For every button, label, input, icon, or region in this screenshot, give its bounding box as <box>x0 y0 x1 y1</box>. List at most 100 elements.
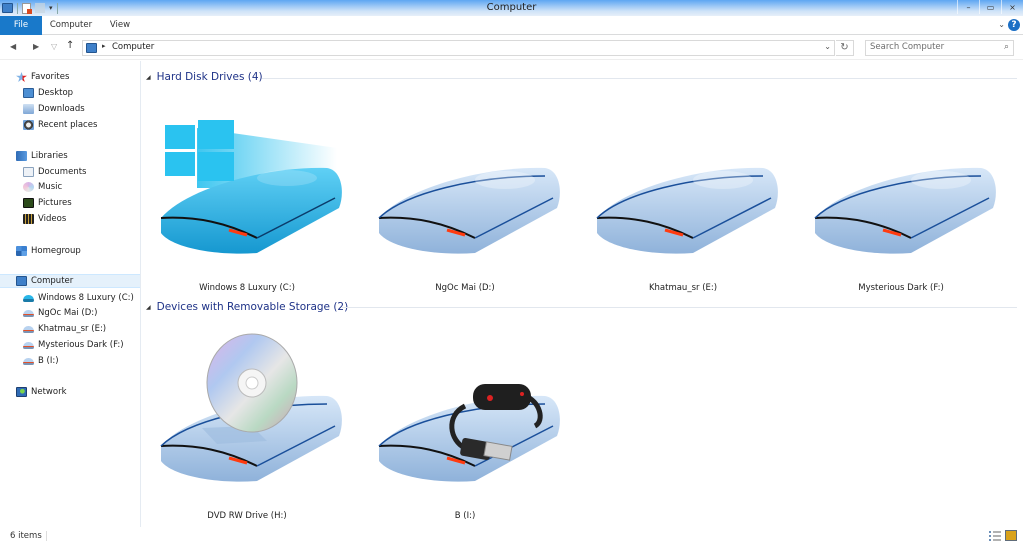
usb-drive-icon <box>378 384 560 482</box>
forward-button[interactable]: ▶ <box>33 42 39 51</box>
sidebar-item-drive-i[interactable]: B (I:) <box>23 354 59 368</box>
sidebar-item-homegroup[interactable]: Homegroup <box>16 244 81 258</box>
drive-tile-e[interactable]: Khatmau_sr (E:) <box>583 98 783 293</box>
tab-computer[interactable]: Computer <box>46 16 96 35</box>
sidebar-item-label: Homegroup <box>31 246 81 256</box>
breadcrumb-computer[interactable]: Computer <box>112 42 154 52</box>
sidebar-item-label: Libraries <box>31 151 68 161</box>
dvd-drive-icon <box>160 333 342 482</box>
separator <box>46 531 47 541</box>
drive-label: NgOc Mai (D:) <box>435 283 495 293</box>
sidebar-item-music[interactable]: Music <box>23 180 62 194</box>
group-header-hard-disk-drives[interactable]: ◢ Hard Disk Drives (4) <box>146 71 263 83</box>
sidebar-item-videos[interactable]: Videos <box>23 212 66 226</box>
sidebar-item-label: Network <box>31 387 67 397</box>
large-icons-view-icon[interactable] <box>1005 530 1017 541</box>
search-placeholder: Search Computer <box>870 42 945 52</box>
drive-label: Mysterious Dark (F:) <box>858 283 944 293</box>
sidebar-item-label: Computer <box>31 276 74 286</box>
tab-view[interactable]: View <box>104 16 136 35</box>
navigation-bar: ◀ ▶ ▽ ↑ ▸ Computer ⌄ ↻ Search Computer ⌕ <box>0 36 1023 60</box>
help-icon[interactable]: ? <box>1008 19 1020 31</box>
status-bar: 6 items <box>0 527 1023 545</box>
drive-tile-c[interactable]: Windows 8 Luxury (C:) <box>147 98 347 293</box>
collapse-arrow-icon[interactable]: ◢ <box>146 304 151 311</box>
sidebar-item-label: Recent places <box>38 120 98 130</box>
drive-label: B (I:) <box>454 511 476 521</box>
close-button[interactable]: × <box>1001 0 1023 14</box>
sidebar-item-label: NgOc Mai (D:) <box>38 308 98 318</box>
sidebar-item-label: Videos <box>38 214 67 224</box>
usb-drive-icon <box>23 357 34 365</box>
up-button[interactable]: ↑ <box>66 40 74 51</box>
maximize-button[interactable]: ▭ <box>979 0 1001 14</box>
sidebar-item-label: Pictures <box>38 198 72 208</box>
group-divider <box>342 307 1017 308</box>
address-dropdown-icon[interactable]: ⌄ <box>824 42 831 51</box>
breadcrumb-chevron-icon[interactable]: ▸ <box>102 42 106 50</box>
sidebar-item-desktop[interactable]: Desktop <box>23 86 73 100</box>
windows-drive-icon <box>160 120 342 254</box>
sidebar-item-pictures[interactable]: Pictures <box>23 196 72 210</box>
back-button[interactable]: ◀ <box>10 42 16 51</box>
sidebar-item-label: B (I:) <box>38 356 59 366</box>
computer-icon <box>16 276 27 286</box>
group-title: Devices with Removable Storage (2) <box>156 301 349 313</box>
drive-tile-h[interactable]: DVD RW Drive (H:) <box>147 326 347 521</box>
downloads-icon <box>23 104 34 114</box>
hard-drive-icon <box>378 167 560 254</box>
group-header-removable-storage[interactable]: ◢ Devices with Removable Storage (2) <box>146 301 348 313</box>
drive-tile-d[interactable]: NgOc Mai (D:) <box>365 98 565 293</box>
search-icon[interactable]: ⌕ <box>1004 42 1009 52</box>
group-title: Hard Disk Drives (4) <box>156 71 263 83</box>
documents-icon <box>23 167 34 177</box>
title-bar: ▾ Computer – ▭ × <box>0 0 1023 16</box>
drive-label: Khatmau_sr (E:) <box>648 283 718 293</box>
details-view-icon[interactable] <box>989 530 1001 541</box>
computer-icon <box>86 43 97 53</box>
address-bar[interactable]: ▸ Computer ⌄ <box>82 40 835 56</box>
sidebar-item-label: Khatmau_sr (E:) <box>38 324 107 334</box>
drive-label: Windows 8 Luxury (C:) <box>199 283 295 293</box>
sidebar-item-computer[interactable]: Computer <box>0 274 140 288</box>
content-pane: ◢ Hard Disk Drives (4) Windows 8 Luxury … <box>142 61 1023 527</box>
sidebar-item-network[interactable]: Network <box>16 385 67 399</box>
hard-drive-icon <box>23 341 34 349</box>
collapse-arrow-icon[interactable]: ◢ <box>146 74 151 81</box>
refresh-button[interactable]: ↻ <box>836 40 854 56</box>
sidebar-item-label: Desktop <box>38 88 74 98</box>
hard-drive-icon <box>23 309 34 317</box>
drive-tile-f[interactable]: Mysterious Dark (F:) <box>801 98 1001 293</box>
sidebar-item-drive-e[interactable]: Khatmau_sr (E:) <box>23 322 106 336</box>
windows-drive-icon <box>23 294 34 302</box>
sidebar-item-recent-places[interactable]: Recent places <box>23 118 97 132</box>
drive-label: DVD RW Drive (H:) <box>207 511 287 521</box>
sidebar-item-libraries[interactable]: Libraries <box>16 149 68 163</box>
sidebar-item-drive-f[interactable]: Mysterious Dark (F:) <box>23 338 124 352</box>
sidebar-item-documents[interactable]: Documents <box>23 165 86 179</box>
expand-ribbon-icon[interactable]: ⌄ <box>998 20 1005 29</box>
recent-locations-dropdown[interactable]: ▽ <box>51 42 57 51</box>
sidebar-item-label: Downloads <box>38 104 85 114</box>
pictures-icon <box>23 198 34 208</box>
sidebar-item-label: Favorites <box>31 72 70 82</box>
group-divider <box>262 78 1017 79</box>
item-count: 6 items <box>10 531 42 541</box>
sidebar-item-label: Windows 8 Luxury (C:) <box>38 293 134 303</box>
sidebar-item-favorites[interactable]: Favorites <box>16 70 69 84</box>
star-icon <box>16 72 27 82</box>
navigation-pane: Favorites Desktop Downloads Recent place… <box>0 61 141 527</box>
videos-icon <box>23 214 34 224</box>
drive-tile-i[interactable]: B (I:) <box>365 326 565 521</box>
search-input[interactable]: Search Computer ⌕ <box>865 40 1014 56</box>
minimize-button[interactable]: – <box>957 0 979 14</box>
music-icon <box>23 182 34 192</box>
libraries-icon <box>16 151 27 161</box>
sidebar-item-downloads[interactable]: Downloads <box>23 102 85 116</box>
sidebar-item-drive-d[interactable]: NgOc Mai (D:) <box>23 306 97 320</box>
hard-drive-icon <box>814 167 996 254</box>
tab-file[interactable]: File <box>0 16 42 35</box>
recent-places-icon <box>23 120 34 130</box>
sidebar-item-drive-c[interactable]: Windows 8 Luxury (C:) <box>23 291 134 305</box>
hard-drive-icon <box>596 167 778 254</box>
